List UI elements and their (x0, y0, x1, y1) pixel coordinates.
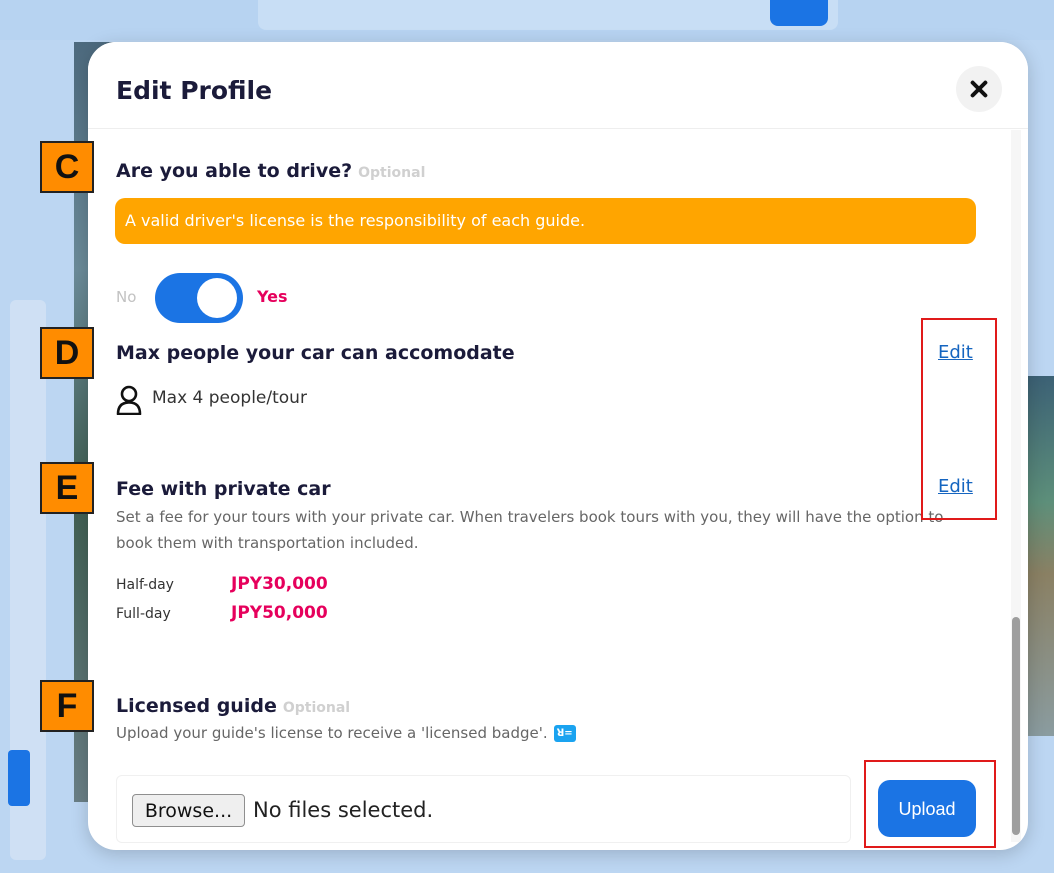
drive-section-title: Are you able to drive? Optional (116, 160, 425, 182)
file-input: Browse... No files selected. (116, 775, 851, 843)
drive-title-text: Are you able to drive? (116, 160, 353, 182)
modal-header: Edit Profile (88, 42, 1028, 129)
drive-toggle[interactable] (155, 273, 243, 323)
optional-tag: Optional (282, 700, 351, 716)
close-button[interactable] (956, 66, 1002, 112)
licensed-title-text: Licensed guide (116, 695, 277, 717)
background-side-button (8, 750, 30, 806)
licensed-description: Upload your guide's license to receive a… (116, 724, 576, 742)
optional-tag: Optional (358, 165, 426, 181)
toggle-knob (197, 278, 237, 318)
full-day-price: JPY50,000 (231, 603, 328, 623)
licensed-description-text: Upload your guide's license to receive a… (116, 724, 548, 742)
browse-button[interactable]: Browse... (132, 794, 245, 827)
annotation-marker-f: F (40, 680, 94, 732)
annotation-marker-c: C (40, 141, 94, 193)
person-icon (116, 385, 142, 415)
highlight-upload-button (864, 760, 996, 848)
id-badge-icon: ꓤ= (553, 725, 576, 742)
annotation-marker-d: D (40, 327, 94, 379)
toggle-on-label: Yes (257, 287, 288, 306)
capacity-section-title: Max people your car can accomodate (116, 342, 515, 364)
half-day-price: JPY30,000 (231, 574, 328, 594)
licensed-section-title: Licensed guide Optional (116, 695, 350, 717)
fee-section-title: Fee with private car (116, 478, 331, 500)
highlight-edit-links (921, 318, 997, 520)
drive-license-notice: A valid driver's license is the responsi… (115, 198, 976, 244)
annotation-marker-e: E (40, 462, 94, 514)
toggle-off-label: No (116, 288, 137, 306)
modal-title: Edit Profile (116, 76, 273, 105)
full-day-label: Full-day (116, 606, 171, 622)
background-search-bar (258, 0, 838, 30)
background-photo-right (1024, 376, 1054, 736)
capacity-value: Max 4 people/tour (152, 388, 307, 408)
fee-description: Set a fee for your tours with your priva… (116, 508, 944, 552)
edit-profile-modal: Edit Profile Are you able to drive? Optio… (88, 42, 1028, 850)
background-search-button (770, 0, 828, 26)
scrollbar-thumb[interactable] (1012, 617, 1020, 835)
file-status: No files selected. (253, 798, 434, 822)
half-day-label: Half-day (116, 577, 174, 593)
